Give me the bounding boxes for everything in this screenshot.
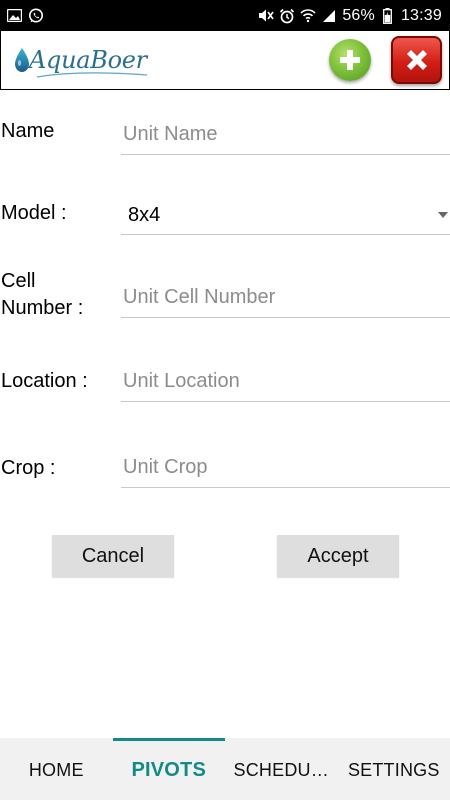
mute-icon: [258, 8, 274, 24]
whatsapp-icon: [28, 8, 44, 24]
location-field[interactable]: [121, 362, 450, 402]
battery-percent: 56%: [342, 6, 375, 24]
name-input[interactable]: [121, 115, 450, 153]
model-select[interactable]: 8x4: [121, 195, 450, 235]
crop-label: Crop :: [1, 457, 56, 479]
app-header: AquaBoer: [0, 31, 450, 90]
status-bar: 56% 13:39: [0, 0, 450, 31]
crop-input[interactable]: [121, 448, 450, 486]
cell-number-input[interactable]: [121, 278, 450, 316]
clock: 13:39: [400, 6, 442, 24]
cell-label-line2: Number :: [1, 297, 84, 319]
add-unit-button[interactable]: [329, 39, 371, 81]
wifi-icon: [300, 8, 316, 24]
status-left: [6, 8, 44, 24]
close-icon: [406, 50, 427, 70]
model-label: Model :: [1, 202, 67, 224]
alarm-icon: [279, 8, 295, 24]
logo-swoosh: [37, 72, 147, 78]
crop-field[interactable]: [121, 448, 450, 488]
tab-home[interactable]: HOME: [0, 738, 113, 800]
plus-circle-icon: [340, 50, 360, 70]
accept-button[interactable]: Accept: [277, 535, 399, 577]
cancel-button[interactable]: Cancel: [52, 535, 174, 577]
aquaboer-logo: AquaBoer: [13, 43, 147, 78]
cell-number-field[interactable]: [121, 278, 450, 318]
name-label: Name: [1, 120, 55, 142]
image-icon: [6, 8, 22, 24]
close-button[interactable]: [391, 36, 442, 84]
logo-text: AquaBoer: [29, 46, 147, 74]
tab-pivots[interactable]: PIVOTS: [112, 738, 226, 800]
bottom-nav: HOME PIVOTS SCHEDU… SETTINGS: [0, 738, 450, 800]
status-right: 56% 13:39: [258, 7, 442, 25]
cell-label-line1: Cell: [1, 270, 36, 292]
location-input[interactable]: [121, 362, 450, 400]
name-field[interactable]: [121, 115, 450, 155]
tab-settings[interactable]: SETTINGS: [338, 738, 450, 800]
signal-icon: [321, 8, 337, 24]
location-label: Location :: [1, 370, 88, 392]
battery-icon: [380, 7, 396, 24]
tab-schedule[interactable]: SCHEDU…: [225, 738, 338, 800]
model-select-value: 8x4: [128, 204, 161, 226]
dropdown-arrow-icon: [438, 212, 448, 218]
